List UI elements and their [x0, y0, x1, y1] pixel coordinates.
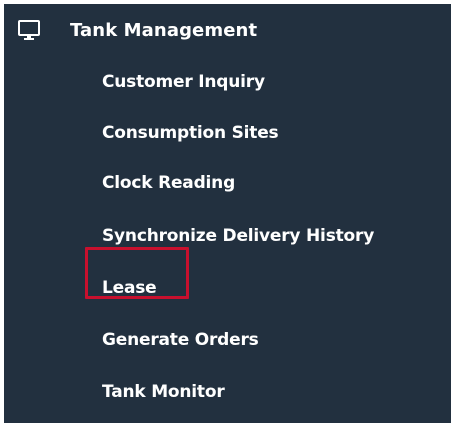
- menu-item-tank-monitor[interactable]: Tank Monitor: [4, 374, 451, 414]
- menu-item-clock-reading[interactable]: Clock Reading: [4, 165, 451, 205]
- menu-item-label: Generate Orders: [102, 330, 259, 350]
- menu-item-consumption-sites[interactable]: Consumption Sites: [4, 115, 451, 155]
- menu-item-label: Consumption Sites: [102, 123, 279, 143]
- menu-group-tank-management[interactable]: Tank Management: [4, 4, 451, 56]
- sidebar: Tank Management Customer Inquiry Consump…: [4, 4, 451, 423]
- menu-group-label: Tank Management: [70, 20, 258, 41]
- menu-item-generate-orders[interactable]: Generate Orders: [4, 322, 451, 362]
- menu-item-lease[interactable]: Lease: [4, 270, 451, 310]
- menu-item-synchronize-delivery-history[interactable]: Synchronize Delivery History: [4, 218, 451, 258]
- monitor-icon: [18, 19, 40, 43]
- menu-item-label: Clock Reading: [102, 173, 236, 193]
- menu-item-label: Customer Inquiry: [102, 72, 265, 92]
- menu-item-label: Lease: [102, 278, 157, 298]
- menu-item-label: Tank Monitor: [102, 382, 225, 402]
- menu-item-customer-inquiry[interactable]: Customer Inquiry: [4, 64, 451, 104]
- menu-item-label: Synchronize Delivery History: [102, 226, 375, 246]
